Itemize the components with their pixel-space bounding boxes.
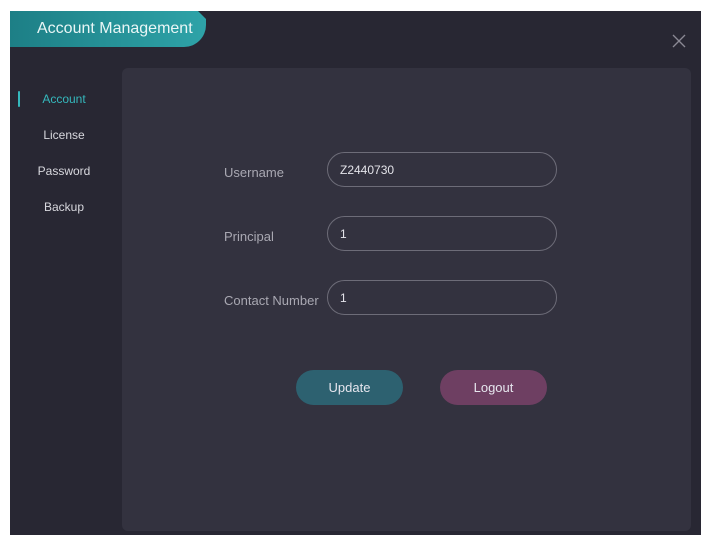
close-icon: [672, 34, 686, 48]
account-panel: Username Principal Contact Number Update…: [122, 68, 691, 531]
sidebar-item-license[interactable]: License: [10, 124, 118, 160]
close-button[interactable]: [671, 33, 687, 49]
principal-label: Principal: [224, 229, 274, 244]
username-label: Username: [224, 165, 284, 180]
update-button[interactable]: Update: [296, 370, 403, 405]
sidebar-item-account[interactable]: Account: [10, 88, 118, 124]
sidebar-item-label: Account: [42, 92, 86, 106]
contact-number-input[interactable]: [327, 280, 557, 315]
sidebar: Account License Password Backup: [10, 88, 120, 232]
sidebar-item-label: Backup: [43, 200, 85, 214]
principal-input[interactable]: [327, 216, 557, 251]
sidebar-item-password[interactable]: Password: [10, 160, 118, 196]
window-title: Account Management: [37, 20, 193, 37]
active-indicator: [18, 91, 20, 107]
contact-number-label: Contact Number: [224, 293, 319, 308]
logout-button[interactable]: Logout: [440, 370, 547, 405]
sidebar-item-backup[interactable]: Backup: [10, 196, 118, 232]
sidebar-item-label: License: [43, 128, 85, 142]
username-input[interactable]: [327, 152, 557, 187]
sidebar-item-label: Password: [37, 164, 91, 178]
account-management-window: Account Management Account License Passw…: [10, 11, 701, 535]
